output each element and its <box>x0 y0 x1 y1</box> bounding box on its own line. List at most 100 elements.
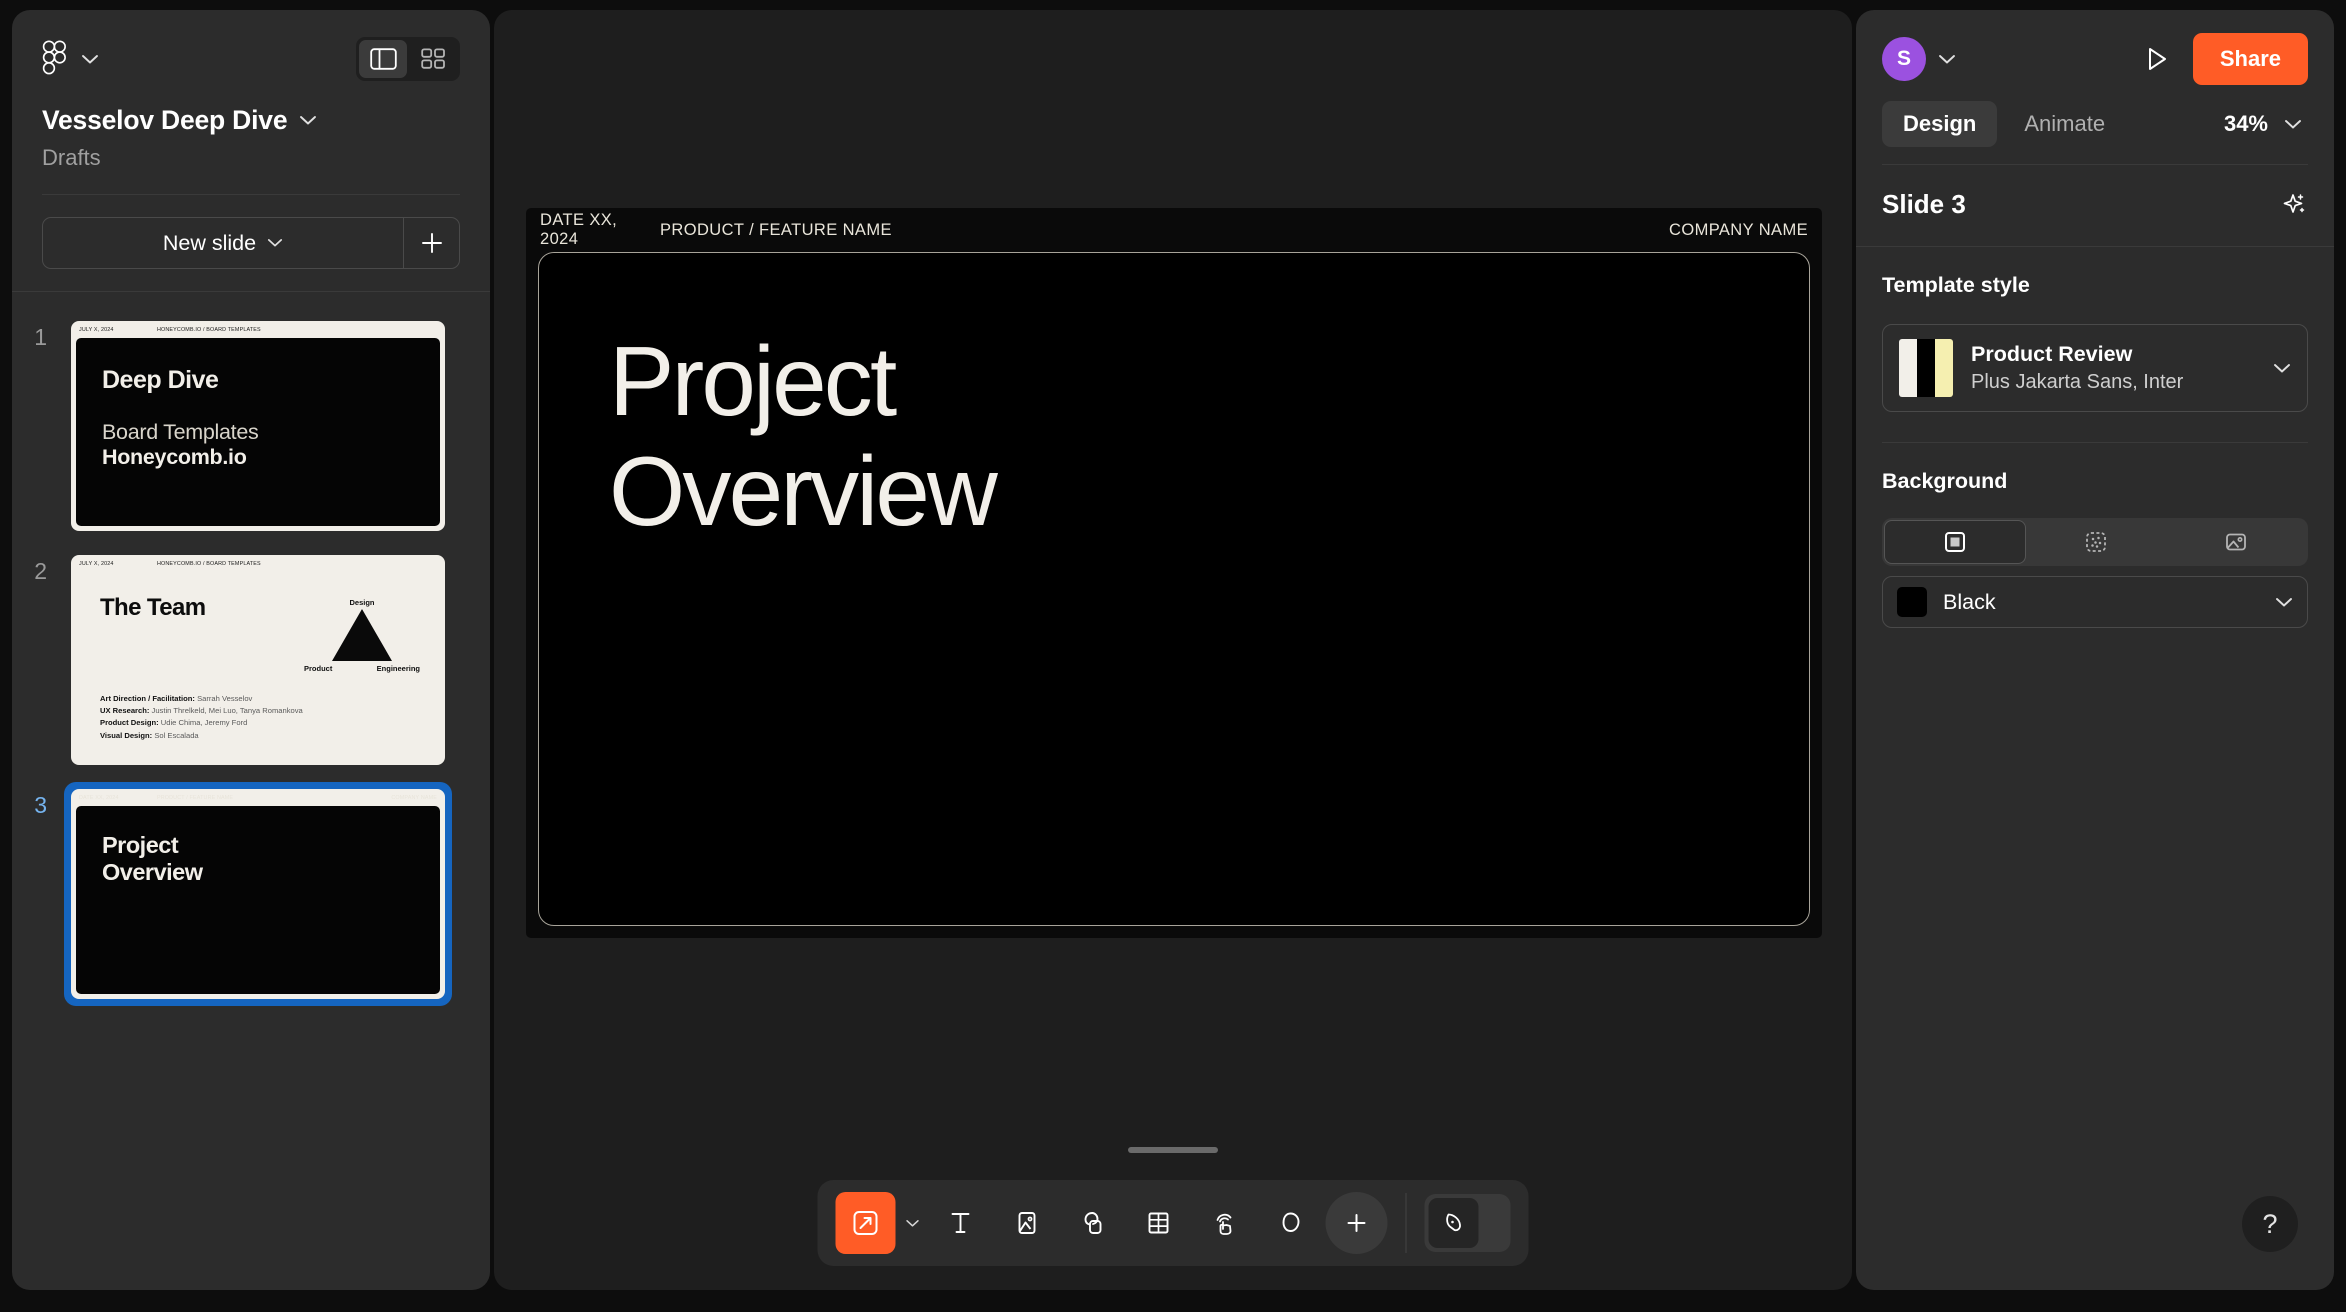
panel-tabs: Design Animate <box>1882 101 2126 147</box>
slide-list-item-3[interactable]: 3 DATE XX, 2024 PRODUCT / FEATURE NAME C… <box>12 782 490 1006</box>
template-style-label: Template style <box>1882 273 2030 297</box>
diagram-bottom-labels: Product Engineering <box>302 664 422 673</box>
panel-view-button[interactable] <box>359 40 407 78</box>
shape-tool-options-button[interactable] <box>900 1192 926 1254</box>
grid-view-button[interactable] <box>409 40 457 78</box>
thumb-header-right: COMPANY NAME <box>391 794 437 801</box>
pen-toggle-knob <box>1428 1198 1479 1248</box>
template-fonts: Plus Jakarta Sans, Inter <box>1971 371 2184 393</box>
zoom-control[interactable]: 34% <box>2224 111 2308 137</box>
tab-animate[interactable]: Animate <box>2003 101 2126 147</box>
thumb-header: JULY X, 2024 HONEYCOMB.IO / BOARD TEMPLA… <box>71 555 445 572</box>
template-style-selector[interactable]: Product Review Plus Jakarta Sans, Inter <box>1882 324 2308 412</box>
avatar: S <box>1882 37 1926 81</box>
thumb-header-date: DATE XX, 2024 <box>79 794 119 801</box>
chevron-down-icon <box>2276 597 2292 606</box>
thumb-subtitle-1: Board Templates <box>102 420 259 444</box>
swatch-color-3 <box>1935 339 1953 397</box>
add-slide-button[interactable] <box>403 218 459 268</box>
comment-bubble-icon <box>1282 1212 1300 1232</box>
shapes-icon <box>1084 1212 1102 1234</box>
credit-role: Product Design: <box>100 718 159 728</box>
text-tool-button[interactable] <box>930 1192 992 1254</box>
thumb-body: Project Overview <box>76 806 440 994</box>
sparkle-star-icon <box>2283 193 2305 213</box>
credit-row: Art Direction / Facilitation: Sarrah Ves… <box>100 693 303 705</box>
left-sidebar: Vesselov Deep Dive Drafts New slide 1 JU… <box>12 10 490 1290</box>
pen-cursor-icon <box>1446 1213 1461 1232</box>
sidebar-divider <box>42 194 460 195</box>
chevron-down-icon <box>268 239 283 247</box>
credit-role: UX Research: <box>100 706 150 716</box>
thumb-header: JULY X, 2024 HONEYCOMB.IO / BOARD TEMPLA… <box>71 321 445 338</box>
background-color-name: Black <box>1943 589 1996 614</box>
slide-thumb-wrapper: JULY X, 2024 HONEYCOMB.IO / BOARD TEMPLA… <box>64 548 452 772</box>
background-label: Background <box>1882 469 2008 493</box>
shapes-tool-button[interactable] <box>1062 1192 1124 1254</box>
background-mode-pattern[interactable] <box>2026 520 2166 564</box>
slide-title[interactable]: Project Overview <box>609 326 1739 547</box>
new-slide-button[interactable]: New slide <box>43 218 403 268</box>
swatch-color-1 <box>1899 339 1918 397</box>
pen-mode-toggle[interactable] <box>1424 1194 1511 1252</box>
slide-number: 3 <box>34 792 47 818</box>
slide-thumbnail-1: JULY X, 2024 HONEYCOMB.IO / BOARD TEMPLA… <box>71 321 445 531</box>
background-mode-image[interactable] <box>2166 520 2306 564</box>
figma-slides-window: Vesselov Deep Dive Drafts New slide 1 JU… <box>0 0 2346 1312</box>
tab-design[interactable]: Design <box>1882 101 1998 147</box>
chevron-down-icon <box>1939 54 1955 63</box>
background-mode-solid[interactable] <box>1884 520 2026 564</box>
thumb-subtitle-2: Honeycomb.io <box>102 445 247 469</box>
comment-tool-button[interactable] <box>1260 1192 1322 1254</box>
slide-header-date: DATE XX, 2024 <box>540 211 618 248</box>
credit-names: Justin Threlkeld, Mei Luo, Tanya Romanko… <box>151 706 303 716</box>
help-button[interactable]: ? <box>2242 1196 2298 1252</box>
slide-number: 1 <box>34 324 47 350</box>
present-button[interactable] <box>2141 44 2171 74</box>
template-swatch <box>1899 339 1953 397</box>
shape-tool-button[interactable] <box>835 1192 896 1254</box>
share-button[interactable]: Share <box>2192 33 2308 85</box>
slide-properties-header: Slide 3 <box>1856 165 2334 246</box>
slide-number: 2 <box>34 558 47 584</box>
slide-list-item-1[interactable]: 1 JULY X, 2024 HONEYCOMB.IO / BOARD TEMP… <box>12 314 490 538</box>
table-icon <box>1148 1212 1169 1234</box>
thumb-header-date: JULY X, 2024 <box>79 560 114 567</box>
thumb-header-center: PRODUCT / FEATURE NAME <box>157 794 234 801</box>
solid-square-icon <box>1945 532 1965 552</box>
chevron-down-icon <box>906 1219 919 1227</box>
slide-thumb-wrapper: JULY X, 2024 HONEYCOMB.IO / BOARD TEMPLA… <box>64 314 452 538</box>
image-icon <box>2226 533 2246 551</box>
image-tool-button[interactable] <box>996 1192 1058 1254</box>
credit-row: Product Design: Udie Chima, Jeremy Ford <box>100 717 303 729</box>
credit-names: Udie Chima, Jeremy Ford <box>160 718 248 728</box>
slide-title-line-2: Overview <box>609 435 998 546</box>
ai-generate-button[interactable] <box>2280 191 2308 219</box>
bottom-toolbar <box>817 1180 1529 1266</box>
figma-menu-button[interactable] <box>42 40 99 78</box>
zoom-value: 34% <box>2223 111 2268 136</box>
file-title-row[interactable]: Vesselov Deep Dive <box>42 105 460 136</box>
slide-list-item-2[interactable]: 2 JULY X, 2024 HONEYCOMB.IO / BOARD TEMP… <box>12 548 490 772</box>
canvas-resize-handle[interactable] <box>1128 1147 1218 1153</box>
active-slide[interactable]: DATE XX, 2024 PRODUCT / FEATURE NAME COM… <box>526 208 1822 938</box>
user-menu-button[interactable]: S <box>1882 37 1956 81</box>
table-tool-button[interactable] <box>1128 1192 1190 1254</box>
chevron-down-icon <box>82 54 98 63</box>
background-section: Background Black <box>1856 443 2334 628</box>
background-color-selector[interactable]: Black <box>1882 576 2308 628</box>
slide-title-line-1: Project <box>609 326 897 436</box>
slide-thumbnail-2: JULY X, 2024 HONEYCOMB.IO / BOARD TEMPLA… <box>71 555 445 765</box>
thumb-title-line-1: Project <box>102 832 179 858</box>
new-slide-label: New slide <box>162 230 257 255</box>
interactive-tool-button[interactable] <box>1194 1192 1256 1254</box>
right-panel: S Share Design Animate 34% Slide 3 Templ… <box>1856 10 2334 1290</box>
canvas-area[interactable]: DATE XX, 2024 PRODUCT / FEATURE NAME COM… <box>494 10 1852 1290</box>
swatch-color-2 <box>1917 339 1936 397</box>
new-slide-row: New slide <box>42 217 460 269</box>
more-tools-button[interactable] <box>1325 1192 1388 1254</box>
view-mode-toggle <box>356 37 460 81</box>
slide-body[interactable]: Project Overview <box>538 252 1810 926</box>
figma-logo-icon <box>42 40 66 75</box>
right-panel-top-row: S Share <box>1882 32 2308 86</box>
